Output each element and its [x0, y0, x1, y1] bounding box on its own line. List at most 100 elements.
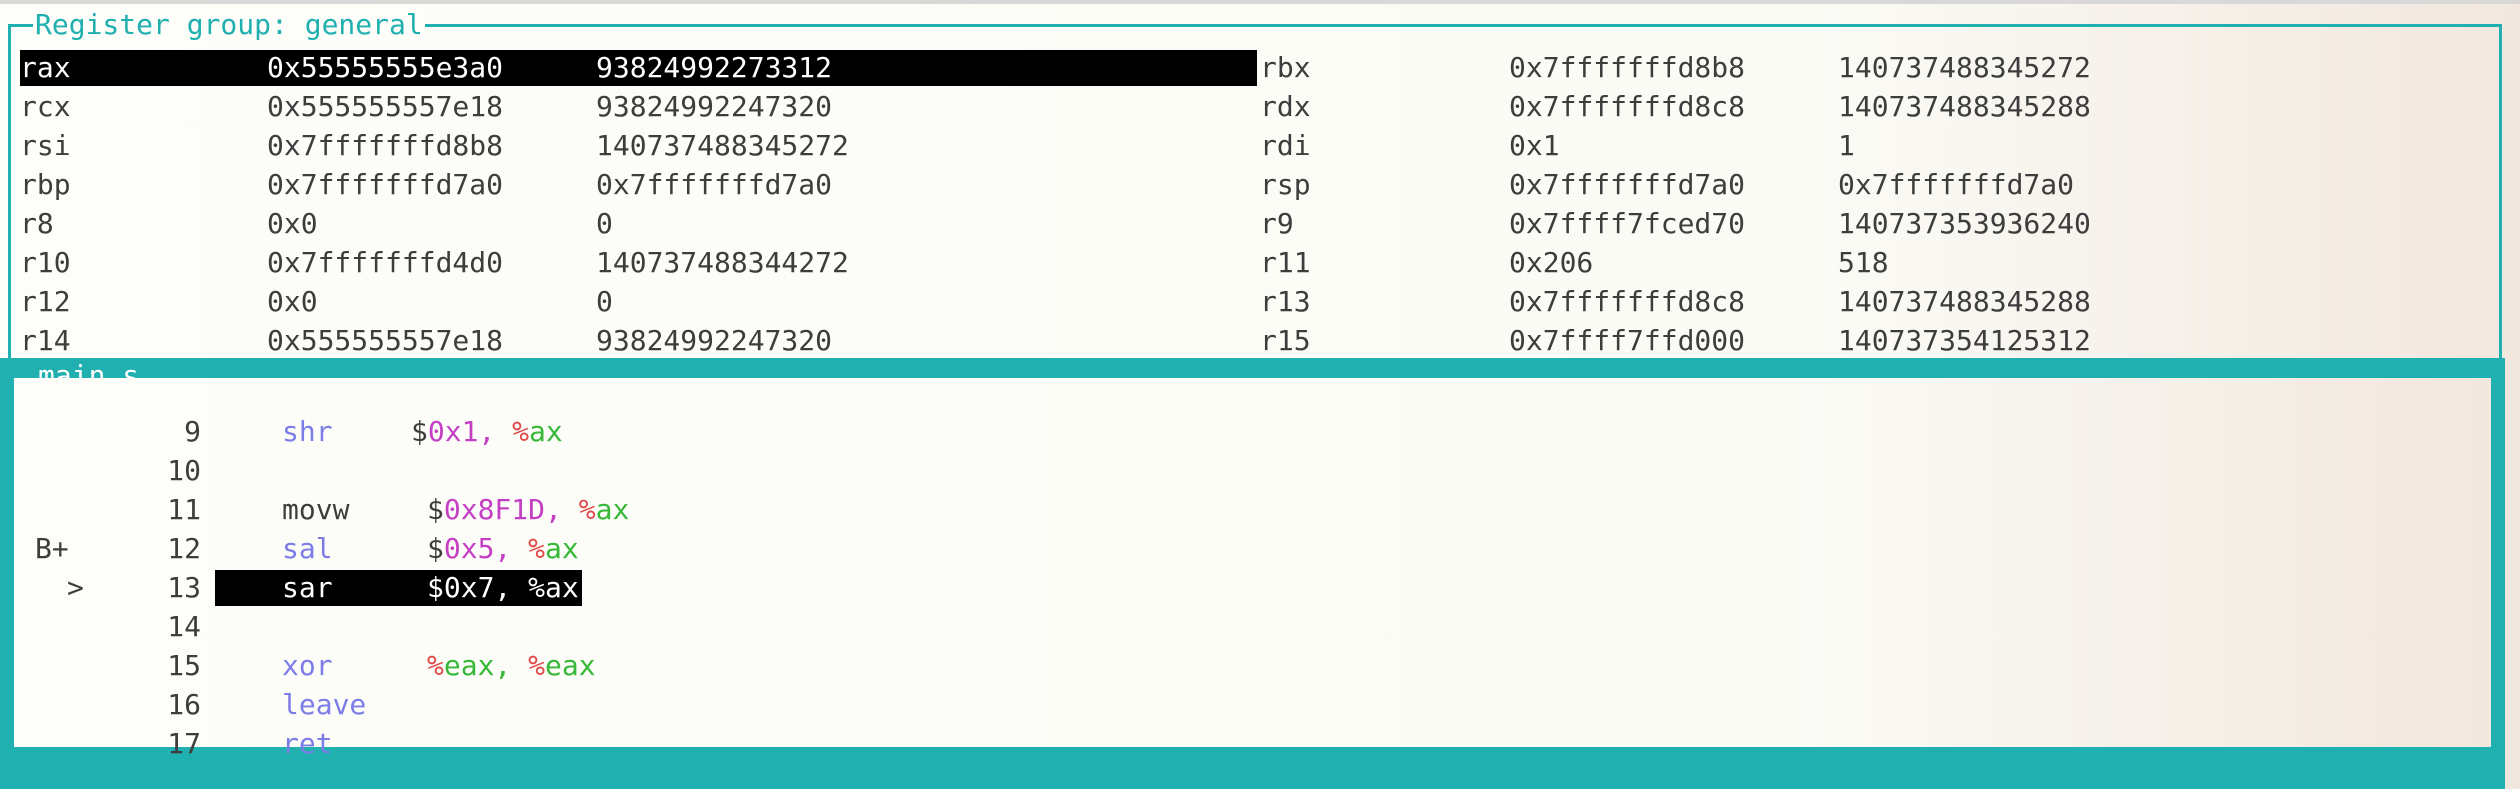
register-name: rsi	[20, 129, 71, 162]
register-hex-value: 0x7ffff7ffd000	[1509, 324, 1746, 357]
window-top-edge	[0, 0, 2520, 4]
source-pane[interactable]: 9 shr $0x1, %ax 10 11 movw $0x8F1D, %ax …	[14, 378, 2491, 760]
register-row-r14[interactable]: r14 0x555555557e18 93824992247320 r15 0x…	[20, 322, 2490, 361]
register-natural-value: 0	[596, 207, 613, 240]
instruction-operands: $0x5, %ax	[427, 532, 579, 566]
current-line-marker: >	[67, 571, 84, 604]
line-number: 11	[167, 493, 201, 526]
register-hex-value: 0x0	[267, 285, 318, 318]
register-name: rdi	[1260, 129, 1311, 162]
register-natural-value: 0x7fffffffd7a0	[1838, 168, 2075, 201]
source-line-breakpoint[interactable]: B+ 12 sal $0x5, %ax	[35, 530, 2495, 569]
register-hex-value: 0x555555557e18	[267, 90, 504, 123]
register-natural-value: 1	[1838, 129, 1855, 162]
register-hex-value: 0x1	[1509, 129, 1560, 162]
operand-register: %ax	[512, 415, 563, 448]
register-name: r11	[1260, 246, 1311, 279]
register-row-r8[interactable]: r8 0x0 0 r9 0x7ffff7fced70 1407373539362…	[20, 205, 2490, 244]
instruction-mnemonic: xor	[282, 649, 333, 682]
operand-immediate: 0x7,	[443, 571, 512, 604]
operand-register: %ax	[528, 571, 579, 604]
register-hex-value: 0x0	[267, 207, 318, 240]
source-line[interactable]: 14	[35, 608, 2495, 647]
register-hex-value: 0x7ffff7fced70	[1509, 207, 1746, 240]
register-natural-value: 140737353936240	[1838, 207, 2091, 240]
register-hex-value: 0x7fffffffd8b8	[1509, 51, 1746, 84]
register-hex-value: 0x7fffffffd8c8	[1509, 90, 1746, 123]
operand-dollar: $	[427, 493, 444, 526]
register-natural-value: 140737354125312	[1838, 324, 2091, 357]
register-natural-value: 0x7fffffffd7a0	[596, 168, 833, 201]
register-name: r10	[20, 246, 71, 279]
operand-dollar: $	[427, 571, 444, 604]
register-row-r12[interactable]: r12 0x0 0 r13 0x7fffffffd8c8 14073748834…	[20, 283, 2490, 322]
instruction-mnemonic: sal	[282, 532, 333, 565]
register-natural-value: 93824992247320	[596, 90, 833, 123]
source-line[interactable]: 17 ret	[35, 725, 2495, 764]
register-name: r9	[1260, 207, 1294, 240]
register-name: r15	[1260, 324, 1311, 357]
register-hex-value: 0x555555557e18	[267, 324, 504, 357]
line-number: 16	[167, 688, 201, 721]
register-natural-value: 140737488345272	[1838, 51, 2091, 84]
register-row-rax[interactable]: rax 0x55555555e3a0 93824992273312 rbx 0x…	[20, 49, 2490, 88]
source-lines: 9 shr $0x1, %ax 10 11 movw $0x8F1D, %ax …	[35, 413, 2495, 764]
register-name: r14	[20, 324, 71, 357]
register-name: r8	[20, 207, 54, 240]
register-table: rax 0x55555555e3a0 93824992273312 rbx 0x…	[20, 49, 2490, 361]
register-natural-value: 140737488345272	[596, 129, 849, 162]
source-line-current[interactable]: > 13 sar $0x7, %ax	[35, 569, 2495, 608]
operand-register: %eax	[528, 649, 596, 682]
operand-dollar: $	[427, 532, 444, 565]
operand-register: %eax,	[427, 649, 512, 682]
register-natural-value: 140737488344272	[596, 246, 849, 279]
instruction-operands: $0x8F1D, %ax	[427, 493, 629, 527]
register-row-rbp[interactable]: rbp 0x7fffffffd7a0 0x7fffffffd7a0 rsp 0x…	[20, 166, 2490, 205]
register-natural-value: 93824992273312	[596, 51, 833, 84]
line-number: 9	[184, 415, 201, 448]
register-natural-value: 0	[596, 285, 613, 318]
operand-immediate: 0x1,	[427, 415, 496, 448]
register-row-rsi[interactable]: rsi 0x7fffffffd8b8 140737488345272 rdi 0…	[20, 127, 2490, 166]
register-pane-title: Register group: general	[33, 8, 425, 42]
source-pane-border: main.s 9 shr $0x1, %ax 10 11 movw $0x8F1…	[0, 358, 2505, 789]
register-natural-value: 140737488345288	[1838, 285, 2091, 318]
operand-immediate: 0x5,	[443, 532, 512, 565]
register-row-rcx[interactable]: rcx 0x555555557e18 93824992247320 rdx 0x…	[20, 88, 2490, 127]
register-pane[interactable]: Register group: general rax 0x55555555e3…	[8, 8, 2502, 361]
operand-immediate: 0x8F1D,	[443, 493, 562, 526]
register-natural-value: 140737488345288	[1838, 90, 2091, 123]
register-hex-value: 0x7fffffffd7a0	[267, 168, 504, 201]
register-name: rdx	[1260, 90, 1311, 123]
source-line[interactable]: 9 shr $0x1, %ax	[35, 413, 2495, 452]
register-name: r12	[20, 285, 71, 318]
register-hex-value: 0x206	[1509, 246, 1594, 279]
register-name: rbp	[20, 168, 71, 201]
instruction-mnemonic: movw	[282, 493, 350, 526]
register-hex-value: 0x7fffffffd7a0	[1509, 168, 1746, 201]
instruction-operands: $0x7, %ax	[427, 571, 579, 605]
terminal-screen: Register group: general rax 0x55555555e3…	[0, 0, 2520, 789]
operand-dollar: $	[411, 415, 428, 448]
line-number: 14	[167, 610, 201, 643]
instruction-mnemonic: ret	[282, 727, 333, 760]
instruction-operands: %eax, %eax	[427, 649, 596, 683]
register-name: rax	[20, 51, 71, 84]
register-name: rsp	[1260, 168, 1311, 201]
operand-register: %ax	[528, 532, 579, 565]
register-hex-value: 0x55555555e3a0	[267, 51, 504, 84]
line-number: 12	[167, 532, 201, 565]
source-line[interactable]: 16 leave	[35, 686, 2495, 725]
source-line[interactable]: 15 xor %eax, %eax	[35, 647, 2495, 686]
register-name: rbx	[1260, 51, 1311, 84]
instruction-mnemonic: sar	[282, 571, 333, 604]
register-hex-value: 0x7fffffffd4d0	[267, 246, 504, 279]
instruction-mnemonic: leave	[282, 688, 367, 721]
register-row-r10[interactable]: r10 0x7fffffffd4d0 140737488344272 r11 0…	[20, 244, 2490, 283]
source-line[interactable]: 10	[35, 452, 2495, 491]
register-hex-value: 0x7fffffffd8c8	[1509, 285, 1746, 318]
line-number: 13	[167, 571, 201, 604]
line-number: 10	[167, 454, 201, 487]
source-line[interactable]: 11 movw $0x8F1D, %ax	[35, 491, 2495, 530]
register-hex-value: 0x7fffffffd8b8	[267, 129, 504, 162]
